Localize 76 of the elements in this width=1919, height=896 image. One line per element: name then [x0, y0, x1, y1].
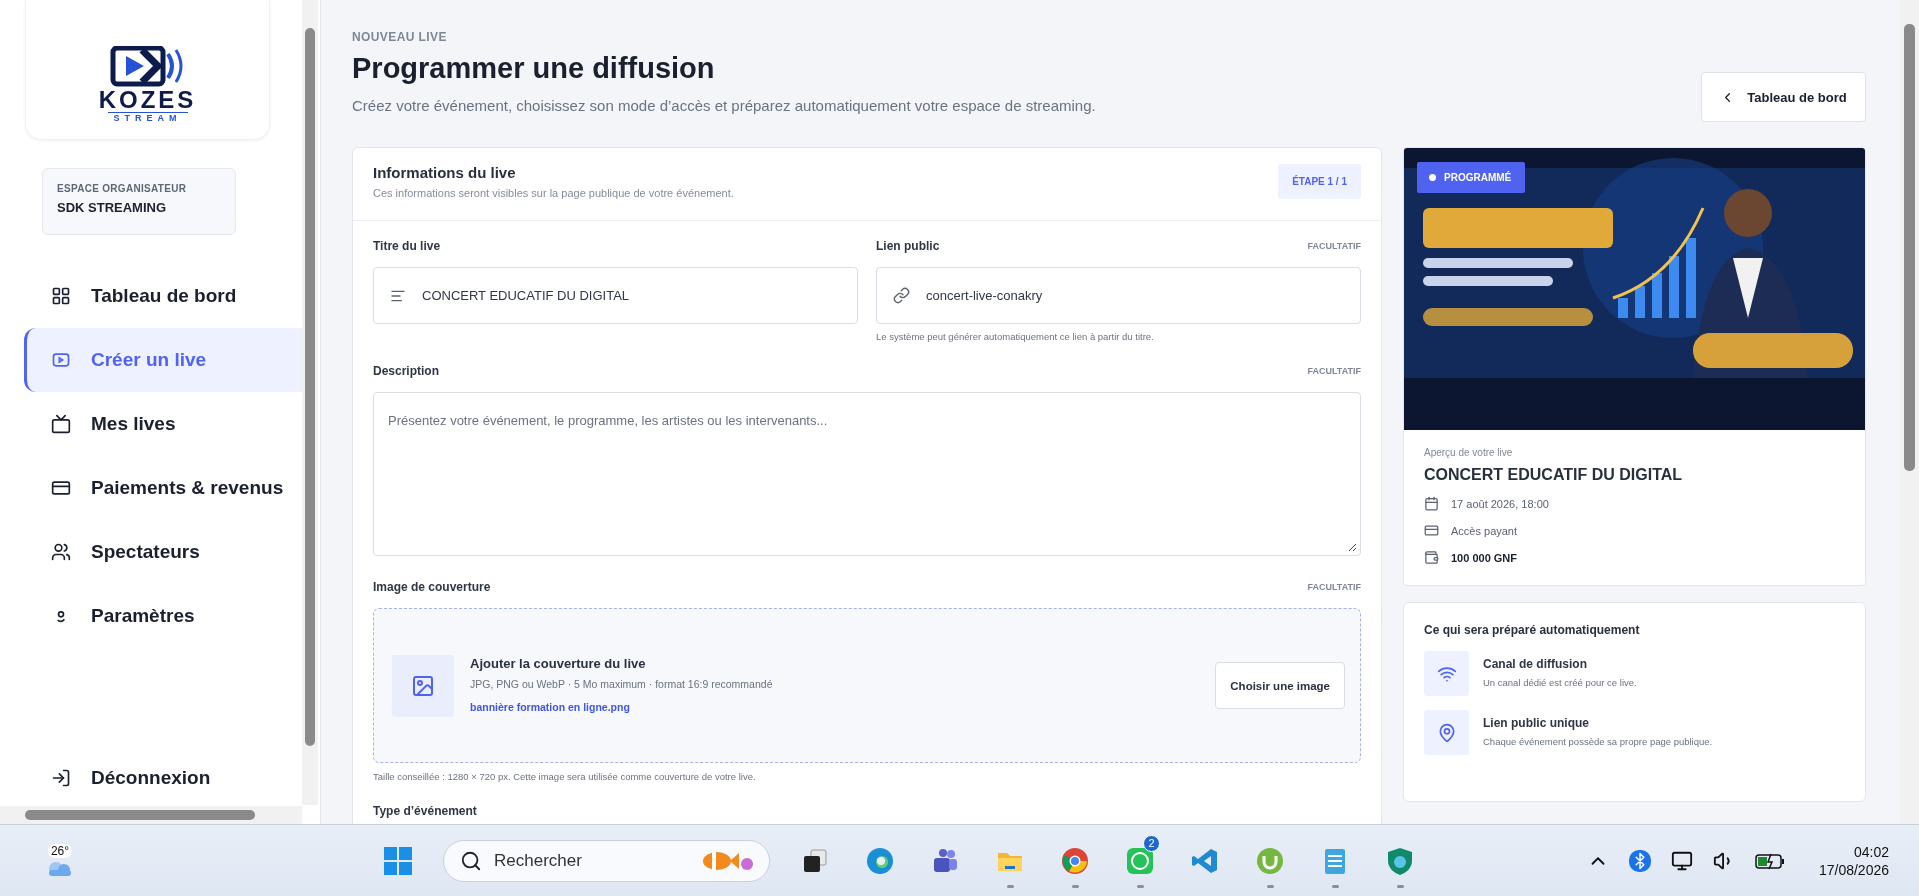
logo-tagline: STREAM: [107, 111, 188, 124]
field-label: Image de couverture: [373, 580, 491, 594]
preview-caption: Aperçu de votre live: [1424, 447, 1514, 458]
back-button[interactable]: Tableau de bord: [1701, 72, 1866, 122]
download-client-icon: [1255, 845, 1285, 876]
workspace-name: SDK STREAMING: [57, 200, 168, 215]
network-icon[interactable]: [1670, 849, 1693, 872]
scrollbar[interactable]: [302, 0, 318, 805]
weather-temperature[interactable]: 26°: [47, 843, 73, 858]
users-icon: [51, 542, 71, 562]
nav-item[interactable]: Créer un live: [24, 328, 302, 392]
logo-name: KOZES: [98, 87, 197, 112]
shield-icon: [1386, 845, 1414, 876]
page-title: Programmer une diffusion: [352, 52, 716, 85]
help-text: Le système peut générer automatiquement ce lien à partir du titre.: [876, 331, 1155, 342]
field-label: Type d’événement: [373, 804, 477, 818]
info-item-title: Lien public unique: [1483, 716, 1590, 730]
upload-dropzone[interactable]: Ajouter la couverture du live JPG, PNG ou WebP · 5 Mo maximum · format 16:9 recommandé bannière formation en ligne.png Choisir une image: [373, 608, 1361, 763]
status-badge: PROGRAMMÉ: [1417, 162, 1526, 193]
taskbar-app[interactable]: 2: [1120, 832, 1160, 889]
link-input[interactable]: concert-live-conakry: [876, 267, 1361, 324]
optional-tag: FACULTATIF: [1307, 241, 1361, 251]
card-title: Informations du live: [373, 164, 517, 181]
info-item-title: Canal de diffusion: [1483, 657, 1588, 671]
field-label: Titre du live: [373, 239, 441, 253]
wallet-icon: [1424, 550, 1439, 565]
field-label: Description: [373, 364, 439, 378]
logout-icon: [51, 768, 71, 788]
card-subtitle: Ces informations seront visibles sur la page publique de votre événement.: [373, 187, 734, 199]
field-label: Lien public: [876, 239, 940, 253]
monitor-icon: [51, 414, 71, 434]
info-item-text: Un canal dédié est créé pour ce live.: [1483, 677, 1637, 688]
hint-text: Taille conseillée : 1280 × 720 px. Cette image sera utilisée comme couverture de votre live.: [373, 771, 757, 782]
file-link[interactable]: bannière formation en ligne.png: [470, 701, 630, 713]
search-icon: [460, 849, 482, 872]
page-subtitle: Créez votre événement, choisissez son mode d’accès et préparez automatiquement votre espace de streaming.: [352, 97, 1096, 114]
upload-title: Ajouter la couverture du live: [470, 656, 647, 671]
image-icon: [411, 673, 435, 698]
upload-spec: JPG, PNG ou WebP · 5 Mo maximum · format 16:9 recommandé: [470, 678, 774, 690]
scrollbar[interactable]: [0, 806, 302, 824]
logout-item[interactable]: Déconnexion: [24, 750, 302, 806]
clock-date[interactable]: 17/08/2026: [1818, 861, 1889, 878]
title-input[interactable]: CONCERT EDUCATIF DU DIGITAL: [373, 267, 858, 324]
card-icon: [1424, 523, 1439, 538]
nav-item[interactable]: Spectateurs: [24, 520, 302, 584]
bluetooth-icon[interactable]: [1628, 849, 1651, 872]
nav-item[interactable]: Paiements & revenus: [24, 456, 302, 520]
nav-item[interactable]: Mes lives: [24, 392, 302, 456]
card-icon: [51, 478, 71, 498]
info-item-text: Chaque événement possède sa propre page publique.: [1483, 736, 1713, 747]
chat-icon: [1125, 845, 1155, 876]
play-icon: [51, 350, 71, 370]
preview-detail: Accès payant: [1451, 524, 1518, 537]
preview-detail: 100 000 GNF: [1451, 551, 1518, 564]
calendar-icon: [1424, 496, 1439, 511]
grid-icon: [51, 286, 71, 306]
workspace-label: ESPACE ORGANISATEUR: [57, 183, 188, 194]
battery-icon[interactable]: [1754, 851, 1785, 870]
clock-time[interactable]: 04:02: [1853, 843, 1889, 860]
scrollbar[interactable]: [1900, 0, 1919, 824]
choose-image-button[interactable]: Choisir une image: [1215, 662, 1345, 709]
preview-detail: 17 août 2026, 18:00: [1451, 497, 1549, 510]
link-icon: [893, 287, 910, 304]
notification-badge: 2: [1143, 834, 1160, 852]
info-title: Ce qui sera préparé automatiquement: [1424, 623, 1641, 637]
step-badge: ÉTAPE 1 / 1: [1278, 164, 1361, 199]
search-field[interactable]: Rechercher: [443, 839, 770, 882]
nav-item[interactable]: Paramètres: [24, 584, 302, 648]
nav-item[interactable]: Tableau de bord: [24, 264, 302, 328]
optional-tag: FACULTATIF: [1307, 366, 1361, 376]
preview-title: CONCERT EDUCATIF DU DIGITAL: [1424, 466, 1684, 484]
description-field[interactable]: Présentez votre événement, le programme, les artistes ou les intervenants...: [373, 392, 1361, 556]
task-view-icon: [802, 847, 828, 874]
optional-tag: FACULTATIF: [1307, 582, 1361, 592]
resize-handle-icon: [1348, 543, 1357, 552]
eyebrow-label: NOUVEAU LIVE: [352, 30, 448, 44]
